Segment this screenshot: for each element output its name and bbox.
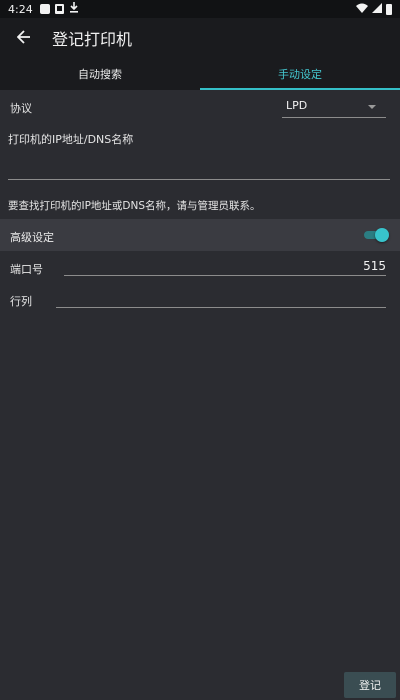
advanced-settings-toggle[interactable] xyxy=(364,228,389,242)
download-icon xyxy=(69,2,79,16)
page-title: 登记打印机 xyxy=(52,30,133,49)
queue-field[interactable] xyxy=(56,290,386,308)
app-bar: 登记打印机 xyxy=(0,18,400,58)
protocol-row: 协议 LPD xyxy=(0,92,400,120)
signal-icon xyxy=(372,2,382,16)
battery-icon xyxy=(386,3,392,15)
dropdown-arrow-icon xyxy=(368,105,376,109)
arrow-left-icon xyxy=(16,29,31,48)
tab-bar: 自动搜索 手动设定 xyxy=(0,58,400,90)
tab-manual-setting[interactable]: 手动设定 xyxy=(200,58,400,90)
wifi-icon xyxy=(356,3,368,16)
status-time: 4:24 xyxy=(8,2,33,16)
status-bar: 4:24 xyxy=(0,0,400,18)
back-button[interactable] xyxy=(0,18,48,58)
notification-square-icon xyxy=(39,4,50,14)
ip-address-field[interactable] xyxy=(8,148,390,180)
register-button[interactable]: 登记 xyxy=(344,672,396,698)
port-value: 515 xyxy=(363,259,386,273)
advanced-settings-row: 高级设定 xyxy=(0,219,400,251)
advanced-settings-label: 高级设定 xyxy=(10,231,54,244)
toggle-thumb xyxy=(375,228,389,242)
photo-icon xyxy=(54,4,64,14)
ip-address-label: 打印机的IP地址/DNS名称 xyxy=(8,133,134,146)
protocol-select[interactable]: LPD xyxy=(282,96,386,118)
port-label: 端口号 xyxy=(10,263,43,276)
protocol-label: 协议 xyxy=(10,102,32,115)
protocol-select-value: LPD xyxy=(286,99,308,112)
tab-auto-search[interactable]: 自动搜索 xyxy=(0,58,200,90)
help-text: 要查找打印机的IP地址或DNS名称，请与管理员联系。 xyxy=(8,200,261,212)
queue-label: 行列 xyxy=(10,295,32,308)
port-field[interactable]: 515 xyxy=(64,258,386,276)
